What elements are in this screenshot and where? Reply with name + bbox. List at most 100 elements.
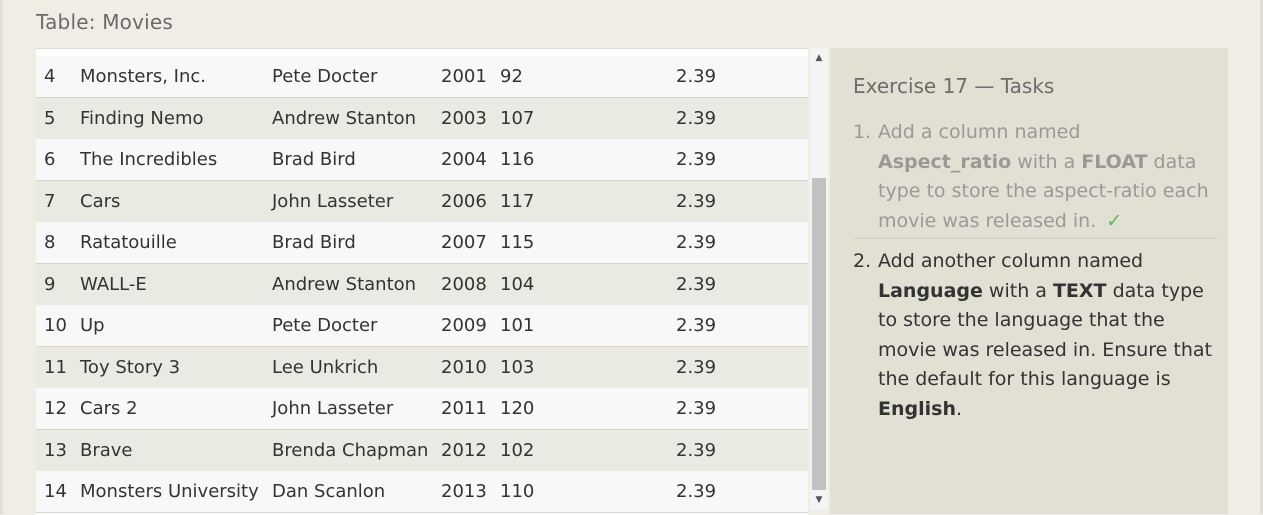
- cell-title: Cars: [80, 190, 121, 212]
- table-scrollbar[interactable]: ▲ ▼: [810, 48, 828, 510]
- cell-aspect-ratio: 2.39: [676, 190, 717, 212]
- cell-year: 2012: [441, 439, 487, 461]
- cell-title: Toy Story 3: [80, 356, 181, 378]
- cell-year: 2006: [441, 190, 487, 212]
- cell-title: Up: [80, 315, 105, 336]
- cell-director: Pete Docter: [272, 315, 378, 336]
- cell-year: 2013: [441, 481, 487, 502]
- table-row[interactable]: 9 WALL-E Andrew Stanton 2008 104 2.39: [36, 263, 808, 306]
- cell-length: 104: [500, 273, 535, 295]
- checkmark-icon: ✓: [1106, 209, 1123, 232]
- task-text: Add another column named: [878, 250, 1144, 272]
- table-row[interactable]: 14 Monsters University Dan Scanlon 2013 …: [36, 471, 808, 513]
- cell-title: Finding Nemo: [80, 107, 204, 129]
- cell-aspect-ratio: 2.39: [676, 232, 717, 253]
- cell-year: 2010: [441, 356, 487, 378]
- cell-id: 13: [44, 439, 67, 461]
- cell-year: 2011: [441, 398, 487, 419]
- task-text: with a: [982, 279, 1053, 302]
- cell-year: 2003: [441, 107, 487, 129]
- cell-director: John Lasseter: [272, 190, 394, 212]
- exercise-heading: Exercise 17 — Tasks: [853, 74, 1055, 98]
- table-title: Table: Movies: [36, 10, 174, 34]
- table-row[interactable]: 10 Up Pete Docter 2009 101 2.39: [36, 305, 808, 347]
- cell-director: Dan Scanlon: [272, 481, 386, 502]
- cell-director: Lee Unkrich: [272, 356, 379, 378]
- cell-id: 9: [44, 273, 56, 295]
- cell-id: 11: [44, 356, 67, 378]
- task-keyword: TEXT: [1052, 279, 1107, 302]
- cell-id: 7: [44, 190, 56, 212]
- cell-length: 120: [500, 398, 535, 419]
- task-keyword: Aspect_ratio: [878, 150, 1012, 173]
- cell-year: 2001: [441, 66, 487, 87]
- tasks-panel: Exercise 17 — Tasks 1. Add a column name…: [830, 48, 1228, 514]
- cell-length: 110: [500, 481, 535, 502]
- cell-year: 2009: [441, 315, 487, 336]
- scroll-up-arrow-icon[interactable]: ▲: [810, 48, 828, 68]
- cell-id: 5: [44, 107, 56, 129]
- scroll-down-arrow-icon[interactable]: ▼: [810, 490, 828, 510]
- cell-length: 107: [500, 107, 535, 129]
- cell-length: 103: [500, 356, 535, 378]
- cell-year: 2008: [441, 273, 487, 295]
- cell-aspect-ratio: 2.39: [676, 315, 717, 336]
- cell-length: 102: [500, 439, 535, 461]
- cell-aspect-ratio: 2.39: [676, 398, 717, 419]
- cell-title: Ratatouille: [80, 232, 177, 253]
- cell-id: 14: [44, 481, 67, 502]
- cell-title: WALL-E: [80, 273, 147, 295]
- cell-year: 2004: [441, 149, 487, 170]
- movies-table: 4 Monsters, Inc. Pete Docter 2001 92 2.3…: [36, 48, 808, 515]
- cell-director: Pete Docter: [272, 66, 378, 87]
- task-text: .: [955, 397, 963, 420]
- cell-year: 2007: [441, 232, 487, 253]
- task-number: 2.: [853, 250, 872, 272]
- cell-id: 4: [44, 66, 56, 87]
- cell-director: Andrew Stanton: [272, 107, 417, 129]
- cell-length: 116: [500, 149, 535, 170]
- task-keyword: English: [878, 397, 956, 420]
- scroll-thumb[interactable]: [812, 178, 826, 490]
- task-text: with a: [1011, 150, 1082, 173]
- cell-title: The Incredibles: [80, 149, 218, 170]
- cell-director: Brad Bird: [272, 232, 356, 253]
- cell-title: Brave: [80, 439, 133, 461]
- table-row[interactable]: 12 Cars 2 John Lasseter 2011 120 2.39: [36, 388, 808, 430]
- task-item-completed: 1. Add a column named Aspect_ratio with …: [853, 118, 1217, 239]
- cell-director: Brenda Chapman: [272, 439, 429, 461]
- cell-id: 12: [44, 398, 67, 419]
- task-keyword: FLOAT: [1081, 150, 1148, 173]
- table-row[interactable]: 7 Cars John Lasseter 2006 117 2.39: [36, 180, 808, 223]
- table-row[interactable]: 5 Finding Nemo Andrew Stanton 2003 107 2…: [36, 97, 808, 140]
- cell-id: 10: [44, 315, 67, 336]
- cell-aspect-ratio: 2.39: [676, 107, 717, 129]
- cell-title: Monsters, Inc.: [80, 66, 207, 87]
- table-row[interactable]: 11 Toy Story 3 Lee Unkrich 2010 103 2.39: [36, 346, 808, 389]
- table-row[interactable]: 8 Ratatouille Brad Bird 2007 115 2.39: [36, 222, 808, 264]
- table-row[interactable]: 13 Brave Brenda Chapman 2012 102 2.39: [36, 429, 808, 472]
- task-number: 1.: [853, 121, 872, 143]
- cell-aspect-ratio: 2.39: [676, 439, 717, 461]
- task-list: 1. Add a column named Aspect_ratio with …: [853, 118, 1217, 424]
- cell-aspect-ratio: 2.39: [676, 66, 717, 87]
- table-row[interactable]: 4 Monsters, Inc. Pete Docter 2001 92 2.3…: [36, 56, 808, 98]
- cell-length: 101: [500, 315, 535, 336]
- left-border: [0, 0, 3, 514]
- table-row[interactable]: 6 The Incredibles Brad Bird 2004 116 2.3…: [36, 139, 808, 181]
- cell-director: Brad Bird: [272, 149, 356, 170]
- task-keyword: Language: [878, 279, 983, 302]
- cell-aspect-ratio: 2.39: [676, 356, 717, 378]
- cell-id: 8: [44, 232, 56, 253]
- cell-director: Andrew Stanton: [272, 273, 417, 295]
- cell-length: 117: [500, 190, 535, 212]
- cell-id: 6: [44, 149, 56, 170]
- cell-aspect-ratio: 2.39: [676, 481, 717, 502]
- cell-aspect-ratio: 2.39: [676, 273, 717, 295]
- cell-title: Cars 2: [80, 398, 138, 419]
- task-text: Add a column named: [878, 121, 1081, 143]
- cell-title: Monsters University: [80, 481, 259, 502]
- cell-director: John Lasseter: [272, 398, 394, 419]
- cell-length: 92: [500, 66, 523, 87]
- cell-aspect-ratio: 2.39: [676, 149, 717, 170]
